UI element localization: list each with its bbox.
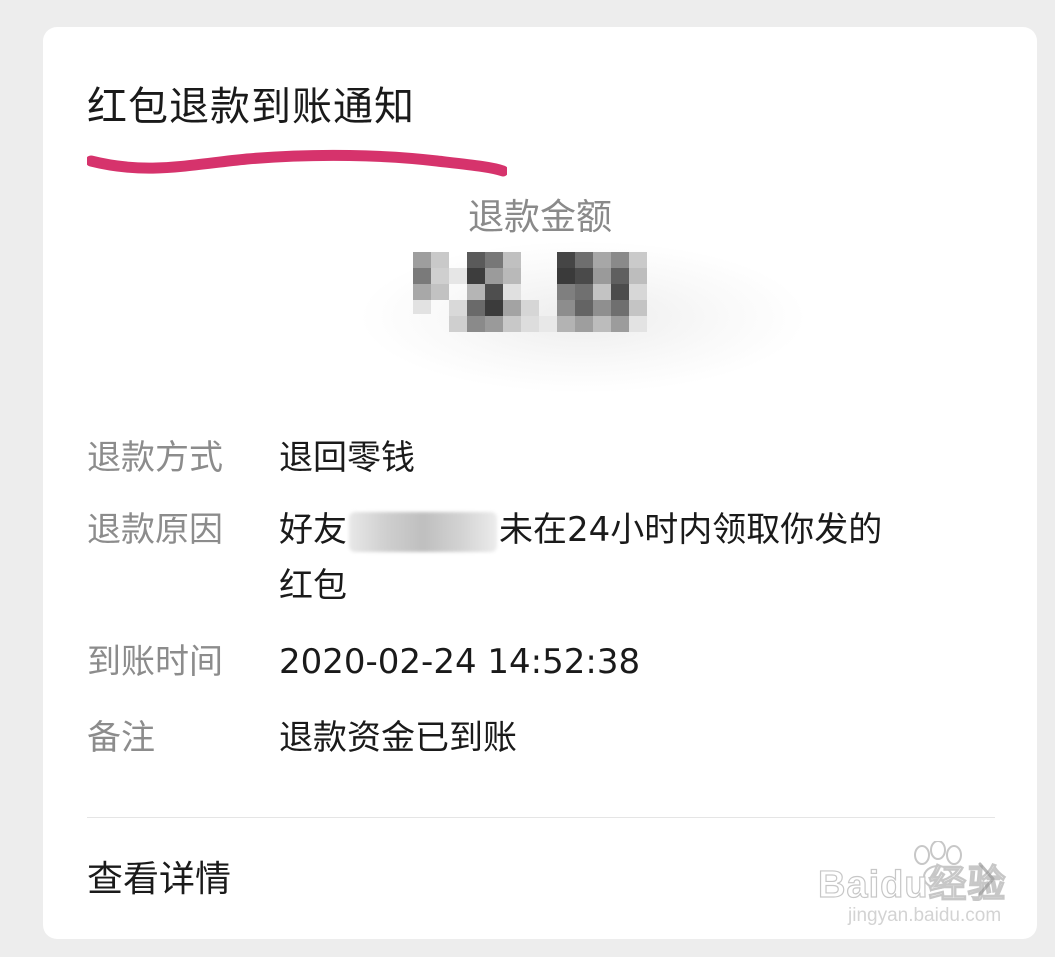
view-details-label: 查看详情 (87, 859, 232, 900)
divider (87, 817, 995, 818)
watermark-url: jingyan.baidu.com (848, 905, 1002, 926)
refund-method-value: 退回零钱 (279, 438, 415, 478)
refund-reason-value: 好友 未在24小时内领取你发的 红包 (279, 502, 989, 614)
blurred-friend-name (349, 511, 497, 552)
refund-reason-prefix: 好友 (279, 510, 347, 550)
refund-method-label: 退款方式 (87, 438, 223, 478)
refund-reason-label: 退款原因 (87, 510, 223, 550)
baidu-jingyan-watermark: Baidu经验 jingyan.baidu.com (808, 839, 1038, 937)
remark-value: 退款资金已到账 (279, 718, 517, 758)
notification-title: 红包退款到账通知 (87, 84, 415, 130)
amount-label: 退款金额 (467, 197, 612, 238)
refund-reason-suffix: 未在24小时内领取你发的 (499, 510, 883, 550)
pixelated-amount (413, 252, 647, 332)
watermark-brand: Baidu经验 (817, 863, 1007, 906)
arrival-time-value: 2020-02-24 14:52:38 (279, 642, 641, 682)
remark-label: 备注 (87, 718, 155, 758)
highlight-underline (87, 149, 507, 177)
refund-notification-card: 红包退款到账通知 退款金额 退款方式 退回零钱 退款原因 好友 未在24小时内领… (43, 27, 1037, 939)
arrival-time-label: 到账时间 (87, 642, 223, 682)
refund-reason-line1: 好友 未在24小时内领取你发的 (279, 502, 989, 558)
refund-reason-line2: 红包 (279, 566, 347, 606)
